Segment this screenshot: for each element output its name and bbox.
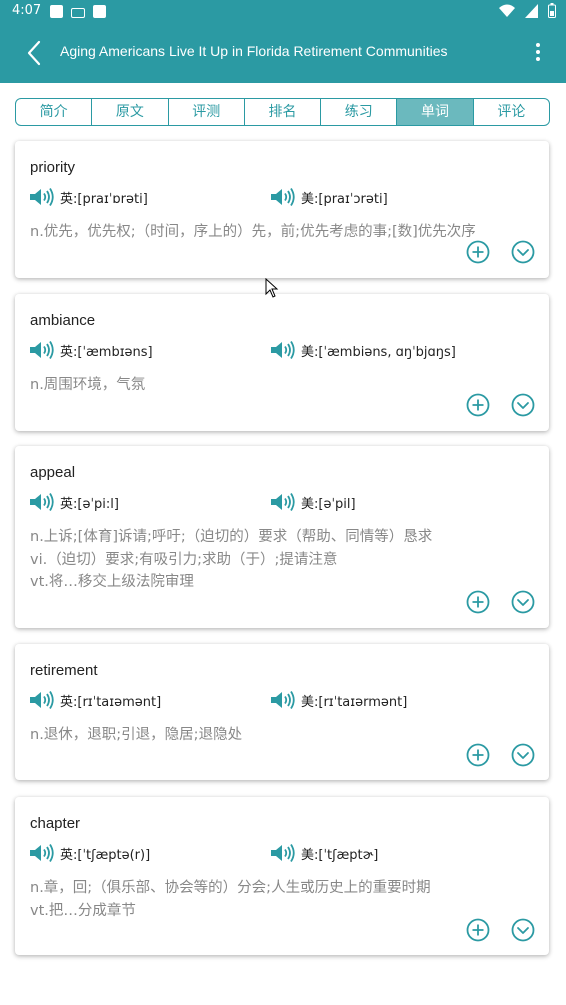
expand-circle-icon	[511, 240, 535, 264]
uk-phonetic: 英:[ˈtʃæptə(r)]	[60, 847, 151, 863]
us-phonetic: 美:[ˈtʃæptɚ]	[301, 847, 379, 863]
uk-phonetic: 英:[ˈæmbɪəns]	[60, 344, 153, 360]
us-pronunciation-button[interactable]: 美:[praɪˈɔrəti]	[270, 187, 388, 207]
word-title: chapter	[30, 815, 81, 832]
us-phonetic: 美:[ˈæmbiəns, ɑŋˈbjɑŋs]	[301, 344, 456, 360]
tab-words[interactable]: 单词	[397, 99, 474, 125]
expand-word-button[interactable]	[511, 590, 535, 614]
speaker-icon	[30, 844, 54, 862]
expand-circle-icon	[511, 918, 535, 942]
tab-ranking[interactable]: 排名	[245, 99, 322, 125]
definition-line: n.退休，退职;引退，隐居;退隐处	[30, 727, 243, 743]
definition-line: n.周围环境，气氛	[30, 377, 146, 393]
more-options-button[interactable]	[530, 41, 546, 65]
tab-intro[interactable]: 简介	[16, 99, 93, 125]
speaker-icon	[30, 188, 54, 206]
expand-word-button[interactable]	[511, 743, 535, 767]
word-definitions: n.退休，退职;引退，隐居;退隐处	[30, 724, 242, 747]
definition-line: vt.把…分成章节	[30, 902, 136, 919]
expand-circle-icon	[511, 393, 535, 417]
add-circle-icon	[466, 918, 490, 942]
tab-practice[interactable]: 练习	[321, 99, 398, 125]
battery-icon	[548, 3, 556, 18]
notification-a-icon	[50, 5, 63, 18]
add-word-button[interactable]	[466, 393, 490, 417]
keyboard-icon	[71, 8, 85, 18]
word-card: priority 英:[praɪˈɒrəti] 美:[praɪˈɔrəti] n…	[15, 141, 549, 278]
us-phonetic: 美:[rɪˈtaɪərmənt]	[301, 694, 408, 710]
word-card: appeal 英:[əˈpi:l] 美:[əˈpil] n.上诉;[体育]诉请;…	[15, 446, 549, 628]
add-circle-icon	[466, 590, 490, 614]
add-word-button[interactable]	[466, 743, 490, 767]
us-phonetic: 美:[praɪˈɔrəti]	[301, 191, 388, 207]
definition-line: n.上诉;[体育]诉请;呼吁;（迫切的）要求（帮助、同情等）恳求	[30, 529, 433, 545]
wifi-icon	[499, 4, 515, 17]
status-bar: 4:07	[0, 0, 566, 24]
word-definitions: n.章，回;（俱乐部、协会等的）分会;人生或历史上的重要时期 vt.把…分成章节	[30, 877, 431, 922]
word-title: ambiance	[30, 312, 96, 329]
signal-icon	[525, 3, 538, 18]
app-bar: Aging Americans Live It Up in Florida Re…	[0, 24, 566, 83]
uk-phonetic: 英:[rɪˈtaɪəmənt]	[60, 694, 162, 710]
definition-line: vt.将…移交上级法院审理	[30, 574, 194, 590]
uk-phonetic: 英:[əˈpi:l]	[60, 496, 119, 512]
expand-word-button[interactable]	[511, 393, 535, 417]
uk-pronunciation-button[interactable]: 英:[əˈpi:l]	[29, 492, 119, 512]
speaker-icon	[271, 844, 295, 862]
uk-pronunciation-button[interactable]: 英:[rɪˈtaɪəmənt]	[29, 690, 161, 710]
mouse-cursor-icon	[265, 278, 279, 298]
speaker-icon	[271, 341, 295, 359]
uk-phonetic: 英:[praɪˈɒrəti]	[60, 191, 148, 207]
word-title: retirement	[30, 662, 98, 679]
speaker-icon	[30, 691, 54, 709]
uk-pronunciation-button[interactable]: 英:[ˈæmbɪəns]	[29, 340, 153, 360]
add-word-button[interactable]	[466, 918, 490, 942]
us-pronunciation-button[interactable]: 美:[əˈpil]	[270, 492, 356, 512]
word-definitions: n.上诉;[体育]诉请;呼吁;（迫切的）要求（帮助、同情等）恳求 vi.（迫切）…	[30, 526, 432, 594]
definition-line: n.优先，优先权;（时间，序上的）先，前;优先考虑的事;[数]优先次序	[30, 224, 476, 240]
word-title: priority	[30, 159, 76, 176]
back-button[interactable]	[20, 38, 50, 68]
expand-word-button[interactable]	[511, 240, 535, 264]
add-word-button[interactable]	[466, 240, 490, 264]
add-word-button[interactable]	[466, 590, 490, 614]
expand-word-button[interactable]	[511, 918, 535, 942]
page-title: Aging Americans Live It Up in Florida Re…	[60, 43, 448, 59]
word-card: chapter 英:[ˈtʃæptə(r)] 美:[ˈtʃæptɚ] n.章，回…	[15, 797, 549, 955]
add-circle-icon	[466, 393, 490, 417]
add-circle-icon	[466, 240, 490, 264]
word-definitions: n.周围环境，气氛	[30, 374, 145, 397]
speaker-icon	[271, 691, 295, 709]
word-title: appeal	[30, 464, 76, 481]
speaker-icon	[30, 493, 54, 511]
us-phonetic: 美:[əˈpil]	[301, 496, 356, 512]
word-card: retirement 英:[rɪˈtaɪəmənt] 美:[rɪˈtaɪərmə…	[15, 644, 549, 780]
us-pronunciation-button[interactable]: 美:[rɪˈtaɪərmənt]	[270, 690, 407, 710]
tab-comments[interactable]: 评论	[474, 99, 549, 125]
notification-square-icon	[93, 5, 106, 18]
expand-circle-icon	[511, 743, 535, 767]
arrow-left-icon	[27, 40, 41, 66]
us-pronunciation-button[interactable]: 美:[ˈtʃæptɚ]	[270, 843, 378, 863]
uk-pronunciation-button[interactable]: 英:[praɪˈɒrəti]	[29, 187, 148, 207]
tab-original[interactable]: 原文	[92, 99, 169, 125]
tab-evaluation[interactable]: 评测	[169, 99, 245, 125]
speaker-icon	[30, 341, 54, 359]
more-vert-icon	[530, 43, 546, 61]
add-circle-icon	[466, 743, 490, 767]
expand-circle-icon	[511, 590, 535, 614]
definition-line: vi.（迫切）要求;有吸引力;求助（于）;提请注意	[30, 551, 338, 568]
speaker-icon	[271, 188, 295, 206]
word-card: ambiance 英:[ˈæmbɪəns] 美:[ˈæmbiəns, ɑŋˈbj…	[15, 294, 549, 431]
uk-pronunciation-button[interactable]: 英:[ˈtʃæptə(r)]	[29, 843, 150, 863]
word-definitions: n.优先，优先权;（时间，序上的）先，前;优先考虑的事;[数]优先次序	[30, 221, 476, 244]
section-tabs: 简介 原文 评测 排名 练习 单词 评论	[15, 98, 550, 126]
speaker-icon	[271, 493, 295, 511]
status-time: 4:07	[12, 3, 42, 18]
us-pronunciation-button[interactable]: 美:[ˈæmbiəns, ɑŋˈbjɑŋs]	[270, 340, 456, 360]
definition-line: n.章，回;（俱乐部、协会等的）分会;人生或历史上的重要时期	[30, 880, 431, 896]
